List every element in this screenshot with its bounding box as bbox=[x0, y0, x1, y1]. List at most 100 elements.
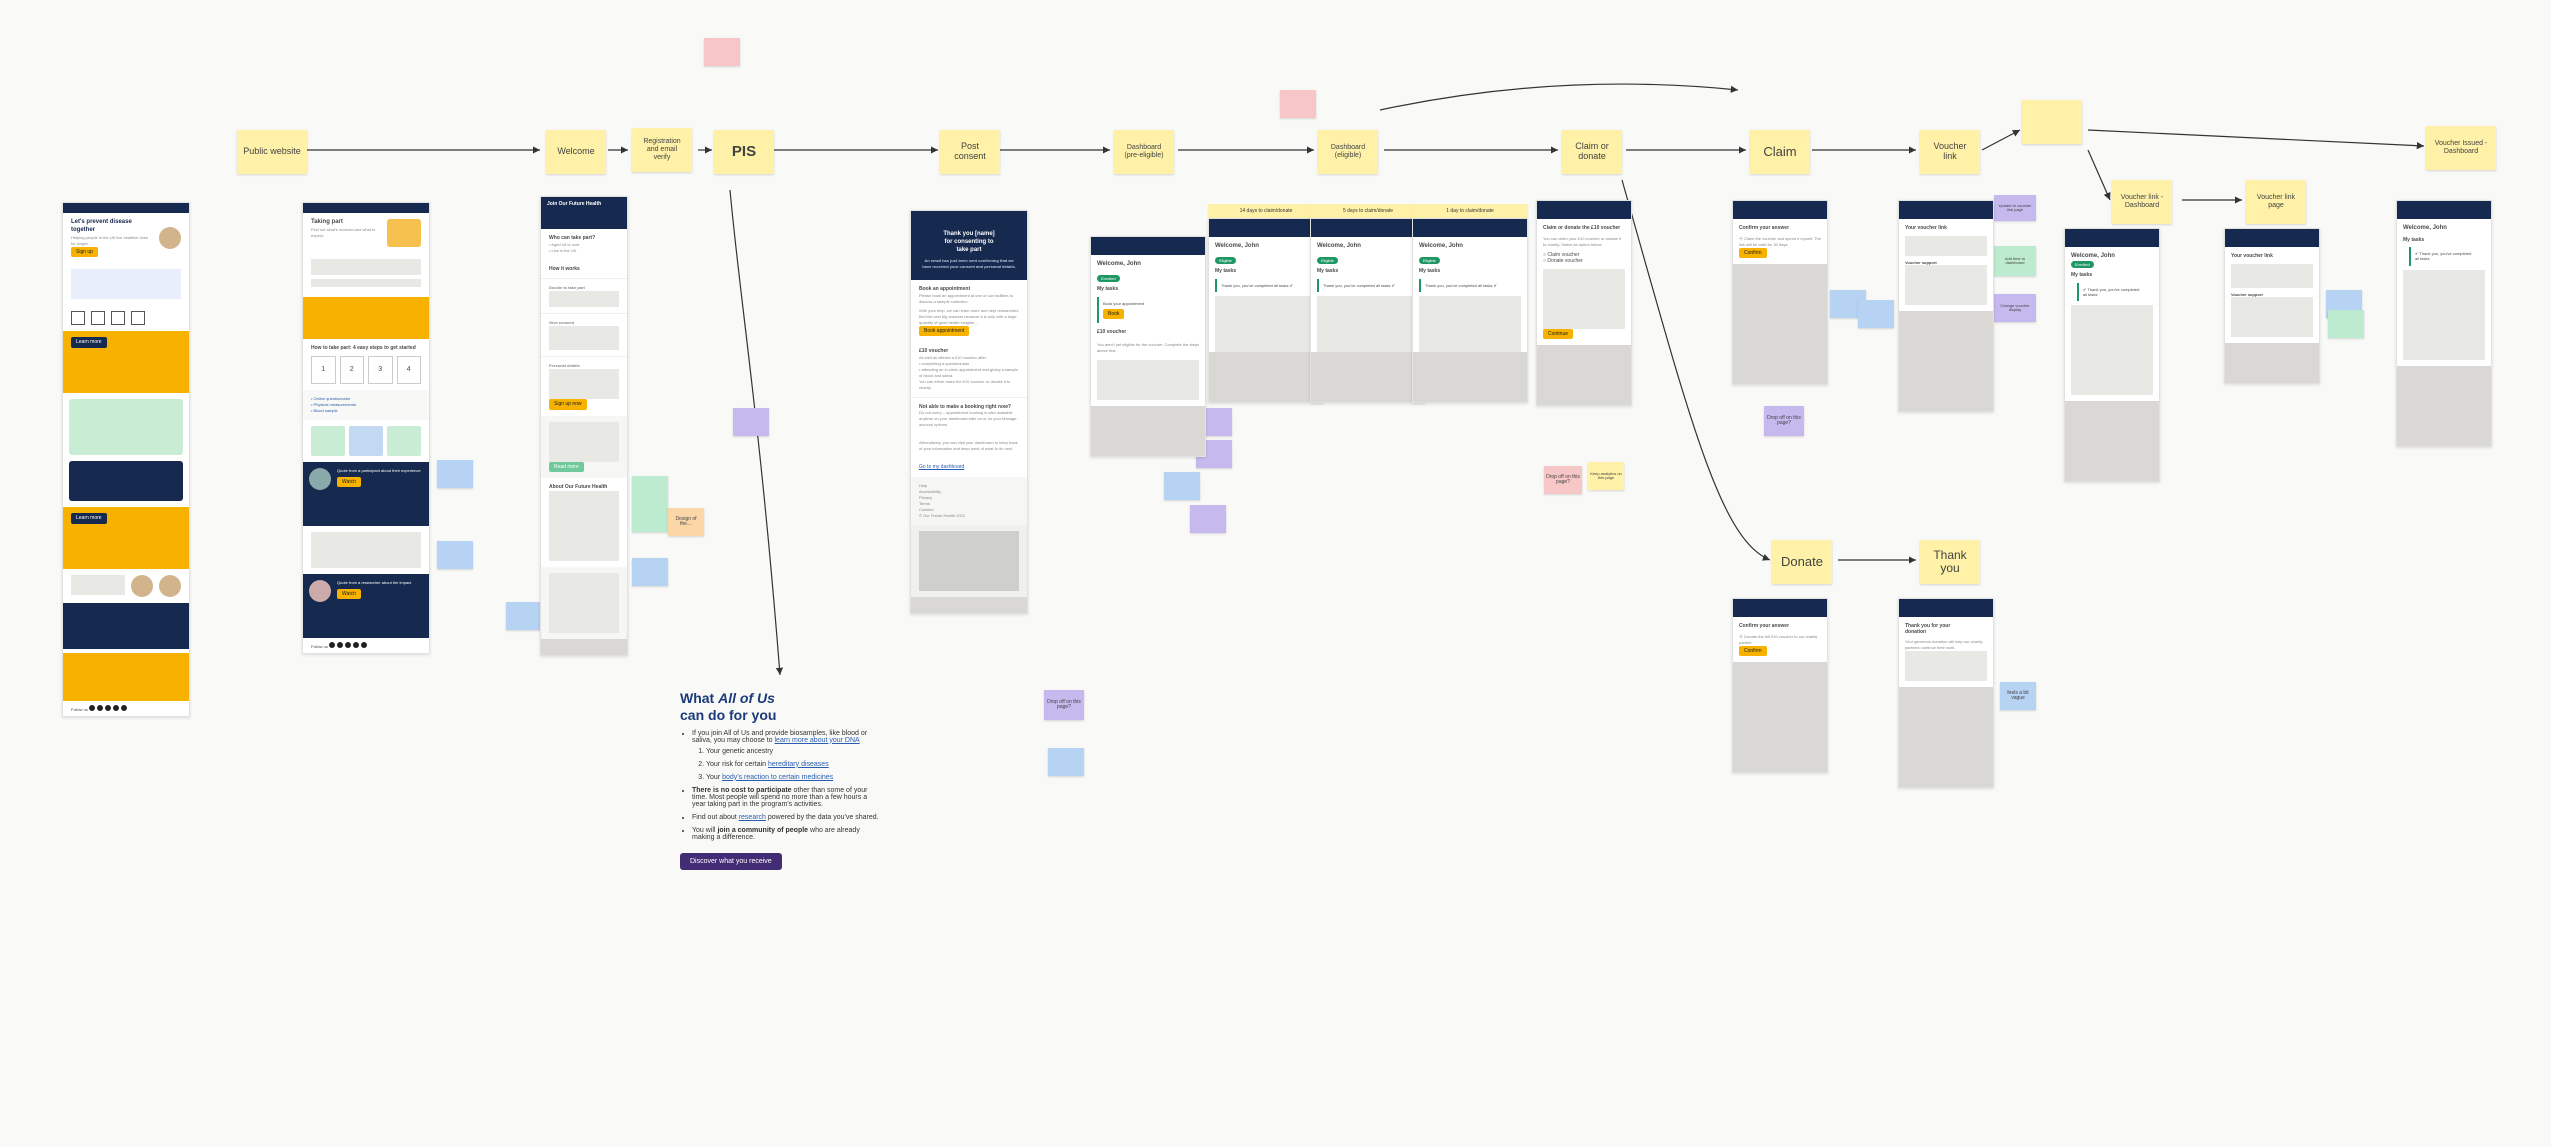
page-dash-pre: Welcome, John Enrolled My tasks Book you… bbox=[1090, 236, 1206, 457]
tp-hero-image bbox=[387, 219, 421, 247]
allofus-heading: What All of Us can do for you bbox=[680, 690, 880, 724]
note-cod-drop[interactable]: Drop off on this page? bbox=[1544, 466, 1582, 494]
join-how: How it works bbox=[549, 266, 619, 273]
allofus-cta[interactable]: Discover what you receive bbox=[680, 853, 782, 870]
feature-icon bbox=[111, 311, 125, 325]
node-voucher-top[interactable] bbox=[2022, 100, 2082, 144]
cod-cta[interactable]: Continue bbox=[1543, 329, 1573, 340]
donate-confirm-cta[interactable]: Confirm bbox=[1739, 646, 1767, 657]
link-dna[interactable]: learn more about your DNA bbox=[775, 737, 860, 744]
note-cod-stats[interactable]: Keep analytics on this page bbox=[1588, 462, 1624, 490]
amber2-cta[interactable]: Learn more bbox=[71, 513, 107, 524]
join-cta[interactable]: Sign up now bbox=[549, 399, 587, 410]
note-pis-top[interactable] bbox=[704, 38, 740, 66]
node-pis[interactable]: PIS bbox=[714, 130, 774, 174]
cod-title: Claim or donate the £10 voucher bbox=[1543, 225, 1625, 232]
dash-book-cta[interactable]: Book bbox=[1103, 309, 1124, 320]
page-voucher-link-dash: Welcome, John Enrolled My tasks ✔ Thank … bbox=[2064, 228, 2160, 482]
note-pis-side-3[interactable] bbox=[632, 504, 668, 532]
node-welcome[interactable]: Welcome bbox=[546, 130, 606, 174]
page-public-website: Let's prevent disease together Helping p… bbox=[62, 202, 190, 717]
note-thanks-vague[interactable]: feels a bit vague bbox=[2000, 682, 2036, 710]
note-pis-side-5[interactable] bbox=[632, 558, 668, 586]
person-image bbox=[159, 575, 181, 597]
note-update-link[interactable]: Update to voucher link page bbox=[1994, 195, 2036, 221]
note-dashpre-3[interactable] bbox=[1164, 472, 1200, 500]
confirm-title: Confirm your answer bbox=[1739, 225, 1821, 232]
note-vlp-2[interactable] bbox=[2328, 310, 2364, 338]
page-join: Join Our Future Health Who can take part… bbox=[540, 196, 628, 656]
node-dash-eligible[interactable]: Dashboard (eligible) bbox=[1318, 130, 1378, 174]
pc-book-cta[interactable]: Book appointment bbox=[919, 326, 969, 337]
hero-cta[interactable]: Sign up bbox=[71, 247, 98, 258]
dash-5d-title: 5 days to claim/donate bbox=[1310, 204, 1426, 218]
follow-us-2: Follow us bbox=[303, 638, 429, 653]
note-claim-drop[interactable]: Drop off on this page? bbox=[1764, 406, 1804, 436]
step-card: 4 bbox=[397, 356, 422, 384]
node-registration[interactable]: Registration and email verify bbox=[632, 128, 692, 172]
feature-icon bbox=[91, 311, 105, 325]
page-thank-you: Thank you for yourdonation Your generous… bbox=[1898, 598, 1994, 788]
amber-cta[interactable]: Learn more bbox=[71, 337, 107, 348]
node-claim[interactable]: Claim bbox=[1750, 130, 1810, 174]
note-dash-top[interactable] bbox=[1280, 90, 1316, 118]
note-pis-side-1[interactable] bbox=[733, 408, 769, 436]
page-confirm-claim: Confirm your answer ⦿ Claim the voucher … bbox=[1732, 200, 1828, 385]
node-voucher-link-dash[interactable]: Voucher link - Dashboard bbox=[2112, 180, 2172, 224]
note-col2-2[interactable] bbox=[437, 541, 473, 569]
steps-heading: How to take part: 4 easy steps to get st… bbox=[311, 345, 421, 352]
note-claim-3[interactable] bbox=[1858, 300, 1894, 328]
tp-title: Taking part bbox=[311, 219, 381, 227]
join-title: Join Our Future Health bbox=[541, 197, 627, 229]
panel-all-of-us: What All of Us can do for you If you joi… bbox=[680, 690, 880, 870]
note-pis-side-4[interactable]: Design of the… bbox=[668, 508, 704, 536]
link-hereditary[interactable]: hereditary diseases bbox=[768, 761, 829, 768]
page-voucher-issued: Welcome, John My tasks ✔ Thank you, you'… bbox=[2396, 200, 2492, 447]
dash-welcome: Welcome, John bbox=[1091, 255, 1205, 275]
dash-14d-wrapper: 14 days to claim/donate Welcome, John El… bbox=[1208, 204, 1324, 403]
link-medicines[interactable]: body's reaction to certain medicines bbox=[722, 774, 833, 781]
node-post-consent[interactable]: Post consent bbox=[940, 130, 1000, 174]
page-confirm-donate: Confirm your answer ⦿ Donate the full £1… bbox=[1732, 598, 1828, 773]
node-donate[interactable]: Donate bbox=[1772, 540, 1832, 584]
node-voucher-link[interactable]: Voucher link bbox=[1920, 130, 1980, 174]
user-flow-board[interactable]: Public website Welcome Registration and … bbox=[0, 0, 2551, 1147]
note-reg-1[interactable] bbox=[506, 602, 542, 630]
node-public-website[interactable]: Public website bbox=[237, 130, 307, 174]
node-voucher-link-page[interactable]: Voucher link page bbox=[2246, 180, 2306, 224]
step-card: 3 bbox=[368, 356, 393, 384]
node-voucher-issued[interactable]: Voucher Issued - Dashboard bbox=[2426, 126, 2496, 170]
confirm-cta[interactable]: Confirm bbox=[1739, 248, 1767, 259]
dash-5d-wrapper: 5 days to claim/donate Welcome, John Eli… bbox=[1310, 204, 1426, 403]
node-dash-pre[interactable]: Dashboard (pre-eligible) bbox=[1114, 130, 1174, 174]
follow-us: Follow us bbox=[63, 701, 189, 716]
dash-1d-wrapper: 1 day to claim/donate Welcome, John Elig… bbox=[1412, 204, 1528, 403]
pc-dash-link[interactable]: Go to my dashboard bbox=[919, 464, 964, 470]
note-postconsent-drop[interactable]: Drop off on this page? bbox=[1044, 690, 1084, 720]
dash-1d-title: 1 day to claim/donate bbox=[1412, 204, 1528, 218]
note-postconsent-2[interactable] bbox=[1048, 748, 1084, 776]
node-thank-you[interactable]: Thank you bbox=[1920, 540, 1980, 584]
hero-title: Let's prevent disease together bbox=[71, 219, 153, 235]
dash-14d-title: 14 days to claim/donate bbox=[1208, 204, 1324, 218]
alt-cta[interactable]: Read more bbox=[549, 462, 584, 473]
feature-icon bbox=[71, 311, 85, 325]
note-dashpre-4[interactable] bbox=[1190, 505, 1226, 533]
page-taking-part: Taking part Find out what's involved and… bbox=[302, 202, 430, 654]
hero-image bbox=[159, 227, 181, 249]
page-voucher-link: Your voucher link Voucher support bbox=[1898, 200, 1994, 412]
note-add-time[interactable]: Add time to dashboard bbox=[1994, 246, 2036, 276]
node-claim-or-donate[interactable]: Claim or donate bbox=[1562, 130, 1622, 174]
link-research[interactable]: research bbox=[739, 814, 766, 821]
page-post-consent: Thank you [name] for consenting to take … bbox=[910, 210, 1028, 614]
page-voucher-link-page: Your voucher link Voucher support bbox=[2224, 228, 2320, 384]
hero-sub: Helping people in the UK live healthier … bbox=[71, 235, 153, 247]
note-pis-side-2[interactable] bbox=[632, 476, 668, 504]
note-col2-1[interactable] bbox=[437, 460, 473, 488]
feature-icon bbox=[131, 311, 145, 325]
step-card: 2 bbox=[340, 356, 365, 384]
note-change-voucher[interactable]: Change voucher display bbox=[1994, 294, 2036, 322]
person-image bbox=[131, 575, 153, 597]
page-claim-or-donate: Claim or donate the £10 voucher You can … bbox=[1536, 200, 1632, 406]
step-card: 1 bbox=[311, 356, 336, 384]
